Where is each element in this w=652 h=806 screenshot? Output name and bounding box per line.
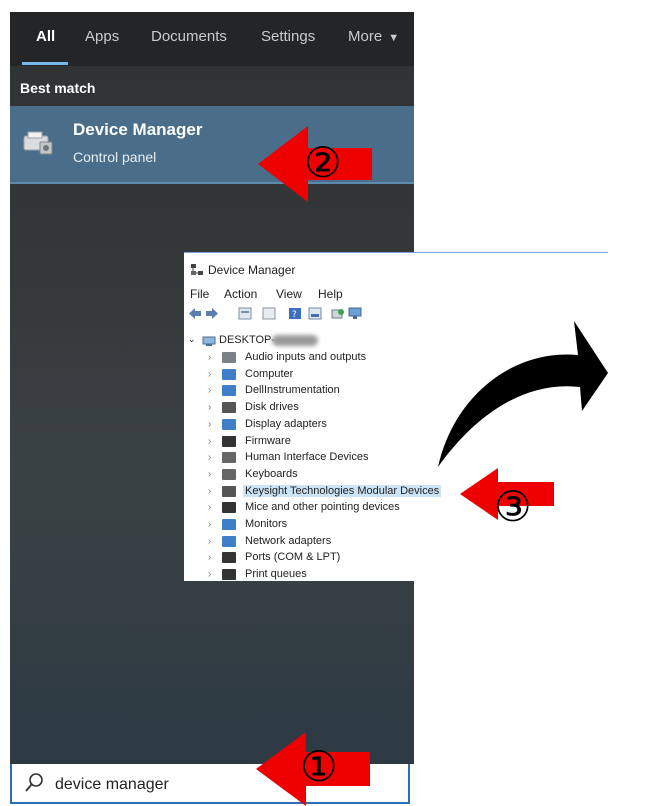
best-match-label: Best match: [20, 80, 96, 96]
tree-node-label: Print queues: [245, 568, 307, 581]
modular-device-icon: [222, 485, 236, 497]
hid-icon: [222, 452, 236, 464]
monitor-icon[interactable]: [348, 307, 362, 320]
tree-node-label: Firmware: [245, 434, 291, 447]
menu-help[interactable]: Help: [318, 287, 343, 301]
search-icon: [25, 773, 43, 792]
menu-action[interactable]: Action: [224, 287, 257, 301]
redacted-name: [272, 335, 318, 346]
tree-node-label: Ports (COM & LPT): [245, 551, 341, 564]
chevron-right-icon[interactable]: ›: [208, 369, 211, 380]
chevron-right-icon[interactable]: ›: [208, 502, 211, 513]
help-icon[interactable]: ?: [288, 307, 302, 320]
search-tabs: All Apps Documents Settings More ▼: [10, 12, 414, 66]
chevron-right-icon[interactable]: ›: [208, 419, 211, 430]
tree-node-label: Audio inputs and outputs: [245, 351, 367, 363]
device-icon: [222, 385, 236, 397]
tab-all[interactable]: All: [36, 28, 55, 45]
tree-node-label: Keysight Technologies Modular Devices: [243, 484, 442, 497]
curved-arrow-icon: [438, 321, 608, 467]
tree-node-label: Monitors: [245, 518, 288, 530]
active-tab-indicator: [22, 62, 68, 65]
window-title: Device Manager: [208, 263, 296, 277]
chevron-down-icon: ▼: [388, 32, 400, 44]
keyboard-icon: [222, 468, 236, 480]
view-icon[interactable]: [262, 307, 276, 320]
chevron-right-icon[interactable]: ›: [208, 469, 211, 480]
chevron-right-icon[interactable]: ›: [208, 385, 211, 396]
chevron-right-icon[interactable]: ›: [208, 486, 211, 497]
speaker-icon: [222, 352, 236, 363]
chevron-right-icon[interactable]: ›: [208, 352, 211, 363]
monitor-icon: [222, 519, 236, 530]
tab-more-label: More: [348, 28, 383, 45]
tree-node-label: Computer: [245, 367, 294, 380]
chevron-right-icon[interactable]: ›: [208, 536, 211, 547]
tree-node-label: DellInstrumentation: [245, 384, 340, 397]
printer-icon: [222, 569, 236, 581]
tree-node-label: Human Interface Devices: [245, 451, 369, 464]
chevron-down-icon[interactable]: ⌄: [188, 334, 198, 345]
tree-node-label: Display adapters: [245, 417, 327, 430]
search-input[interactable]: device manager: [55, 776, 169, 794]
device-manager-icon: [23, 131, 53, 155]
chevron-right-icon[interactable]: ›: [208, 552, 211, 563]
root-label: DESKTOP-: [219, 334, 276, 346]
disk-drive-icon: [222, 402, 236, 414]
chevron-right-icon[interactable]: ›: [208, 436, 211, 447]
chevron-right-icon[interactable]: ›: [208, 452, 211, 463]
tab-documents[interactable]: Documents: [151, 28, 227, 45]
tree-node-label: Keyboards: [245, 467, 298, 480]
scan-hardware-icon[interactable]: [331, 307, 345, 320]
device-manager-window: Device Manager File Action View Help ? ⌄…: [184, 252, 608, 581]
step-1-marker: ①: [300, 742, 338, 791]
menu-view[interactable]: View: [276, 287, 302, 301]
device-manager-icon: [191, 264, 203, 275]
svg-text:?: ?: [292, 310, 297, 320]
tree-node-label: Network adapters: [245, 534, 332, 547]
result-title: Device Manager: [73, 120, 203, 139]
mouse-icon: [222, 502, 236, 514]
chevron-right-icon[interactable]: ›: [208, 569, 211, 580]
network-adapter-icon: [222, 535, 236, 547]
chevron-right-icon[interactable]: ›: [208, 519, 211, 530]
port-icon: [222, 552, 236, 564]
forward-icon[interactable]: [205, 307, 219, 320]
result-subtitle: Control panel: [73, 149, 157, 165]
tab-more[interactable]: More ▼: [348, 28, 399, 45]
tree-node-label: Disk drives: [245, 401, 299, 414]
tab-settings[interactable]: Settings: [261, 28, 315, 45]
step-3-marker: ③: [494, 482, 532, 531]
properties-icon[interactable]: [238, 307, 252, 320]
update-driver-icon[interactable]: [308, 307, 322, 320]
firmware-icon: [222, 435, 236, 447]
tab-apps[interactable]: Apps: [85, 28, 119, 45]
step-2-marker: ②: [304, 138, 342, 187]
back-icon[interactable]: [188, 307, 202, 320]
tree-node-label: Mice and other pointing devices: [245, 501, 400, 514]
menu-file[interactable]: File: [190, 287, 209, 301]
computer-icon: [202, 336, 216, 346]
display-adapter-icon: [222, 418, 236, 430]
computer-icon: [222, 368, 236, 380]
chevron-right-icon[interactable]: ›: [208, 402, 211, 413]
